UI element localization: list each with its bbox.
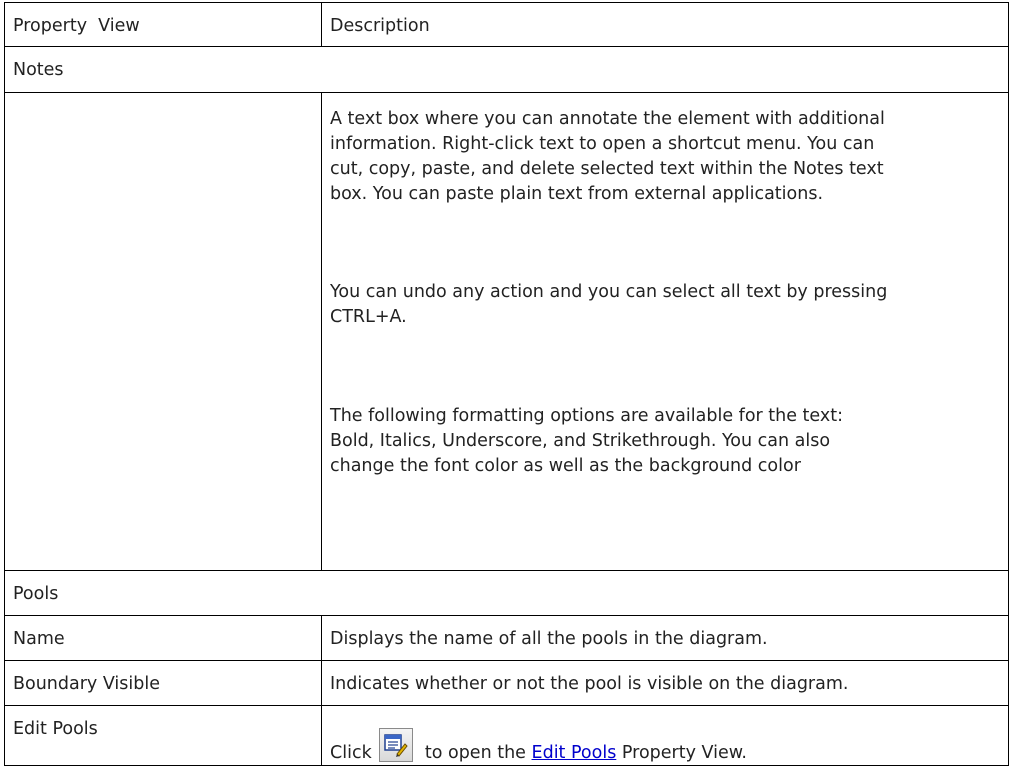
property-boundary-visible: Boundary Visible	[5, 661, 322, 705]
text-line: change the font color as well as the bac…	[330, 456, 801, 476]
table-row: Name Displays the name of all the pools …	[4, 616, 1009, 661]
notes-paragraph-3: The following formatting options are ava…	[330, 404, 1002, 479]
edit-properties-icon	[384, 734, 408, 757]
property-name: Name	[5, 616, 322, 660]
section-row-notes: Notes	[4, 47, 1009, 93]
table-row: Boundary Visible Indicates whether or no…	[4, 661, 1009, 706]
text-line: Bold, Italics, Underscore, and Strikethr…	[330, 431, 831, 451]
description-boundary-visible: Indicates whether or not the pool is vis…	[330, 674, 849, 694]
table-header-row: Property View Description	[4, 2, 1009, 47]
header-property-view: Property View	[5, 3, 322, 46]
property-table: Property View Description Notes A text b…	[4, 2, 1009, 766]
section-row-pools: Pools	[4, 571, 1009, 616]
property-edit-pools: Edit Pools	[5, 706, 322, 765]
notes-paragraph-1: A text box where you can annotate the el…	[330, 107, 1002, 207]
mid-text: to open the	[424, 743, 526, 763]
text-line: cut, copy, paste, and delete selected te…	[330, 159, 884, 179]
description-edit-pools: Click to open the Edit Pools Property Vi…	[322, 706, 1008, 765]
header-description: Description	[330, 16, 430, 36]
notes-paragraph-2: You can undo any action and you can sele…	[330, 280, 1002, 330]
text-line: box. You can paste plain text from exter…	[330, 184, 824, 204]
text-line: You can undo any action and you can sele…	[330, 282, 888, 302]
section-label-pools: Pools	[13, 584, 59, 604]
end-text: Property View.	[621, 743, 747, 763]
notes-description-cell: A text box where you can annotate the el…	[322, 93, 1008, 570]
notes-property-cell	[5, 93, 322, 570]
edit-properties-button[interactable]	[379, 728, 414, 762]
text-line: CTRL+A.	[330, 307, 407, 327]
table-row-notes: A text box where you can annotate the el…	[4, 93, 1009, 571]
click-text: Click	[330, 743, 372, 763]
text-line: The following formatting options are ava…	[330, 406, 843, 426]
text-line: A text box where you can annotate the el…	[330, 109, 885, 129]
table-row-edit-pools: Edit Pools Click to open the Edit Pools …	[4, 706, 1009, 766]
text-line: information. Right-click text to open a …	[330, 134, 875, 154]
section-label-notes: Notes	[13, 60, 64, 80]
description-name: Displays the name of all the pools in th…	[330, 629, 768, 649]
edit-pools-link[interactable]: Edit Pools	[532, 743, 617, 763]
